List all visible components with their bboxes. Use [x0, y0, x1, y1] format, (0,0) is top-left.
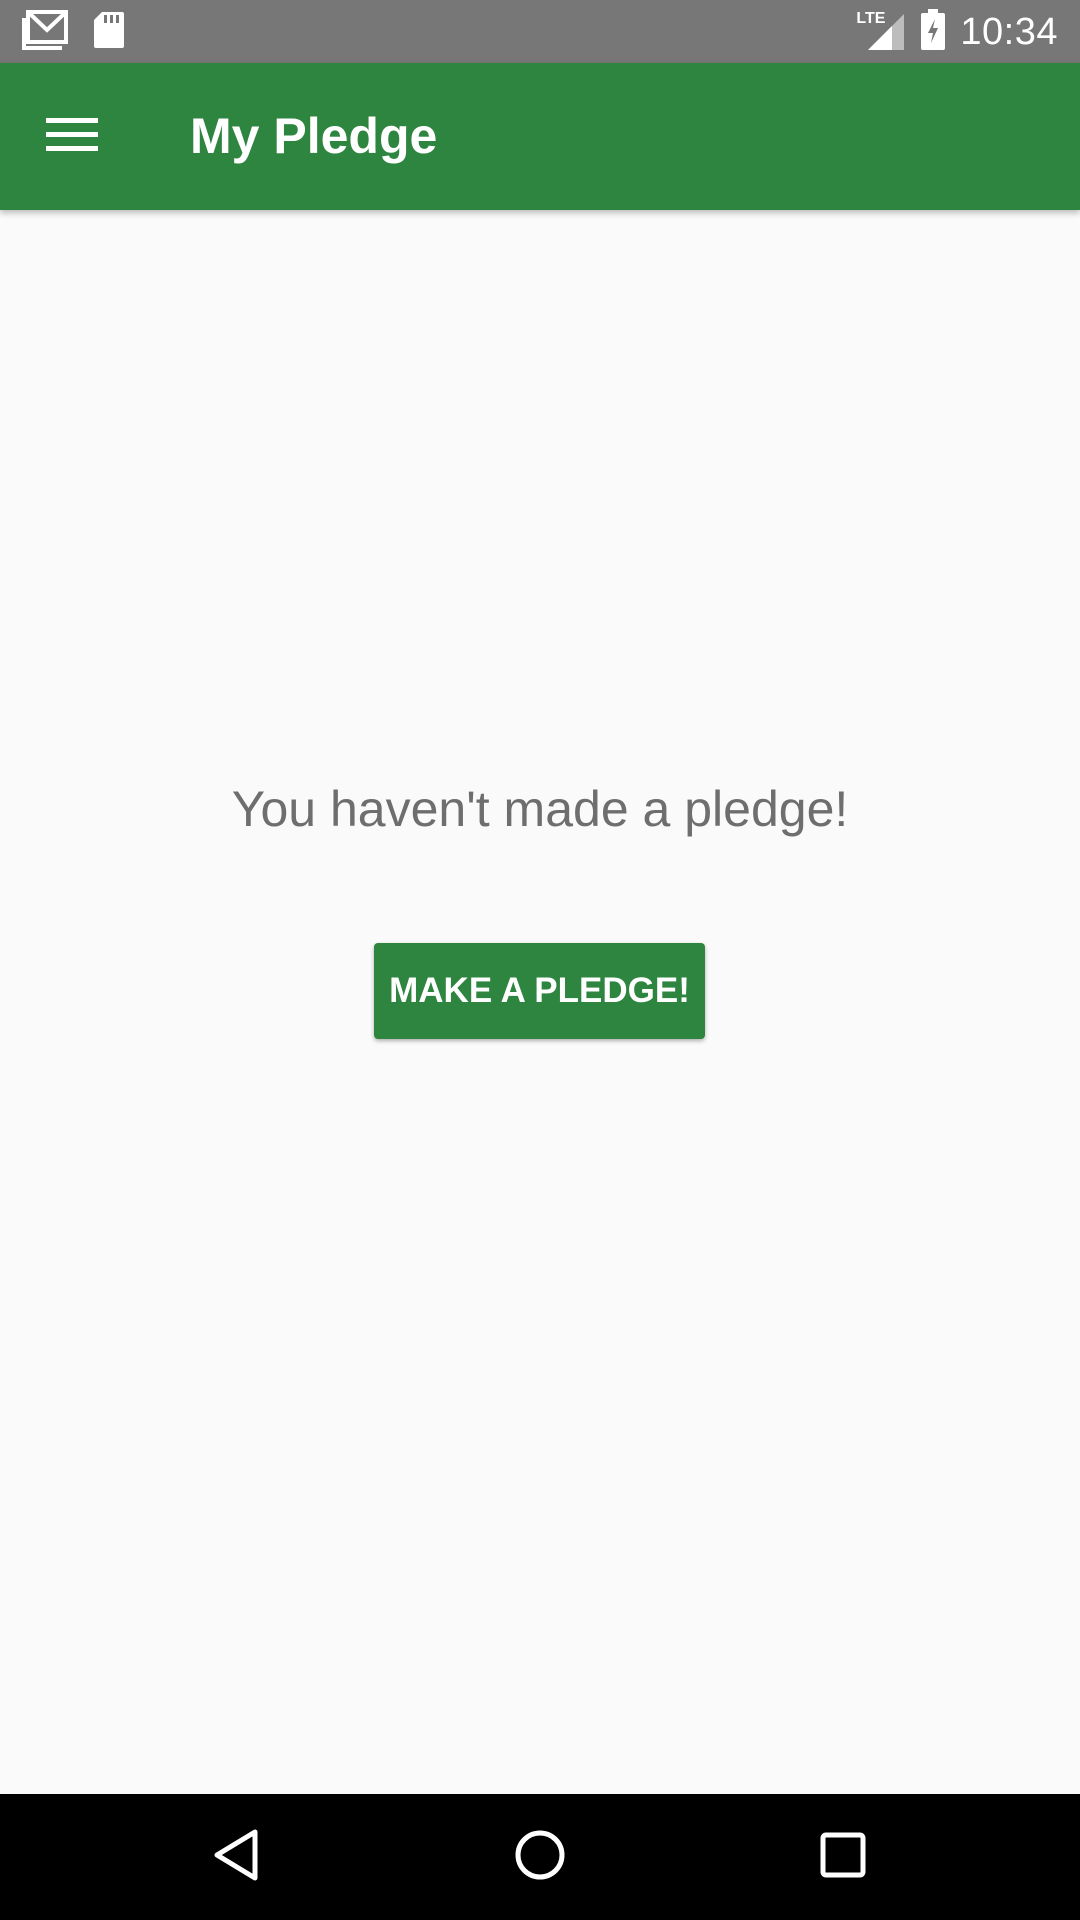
back-icon [211, 1828, 261, 1887]
recents-icon [820, 1832, 866, 1883]
app-bar: My Pledge [0, 63, 1080, 210]
home-icon [514, 1829, 566, 1886]
menu-icon [46, 115, 98, 160]
screen: LTE 10:34 My Pledge You haven't made a p… [0, 0, 1080, 1920]
page-title: My Pledge [190, 108, 438, 164]
status-notifications [22, 9, 126, 55]
home-button[interactable] [490, 1807, 590, 1907]
gmail-icon [22, 9, 70, 55]
menu-button[interactable] [24, 93, 120, 181]
main-content: You haven't made a pledge! MAKE A PLEDGE… [0, 210, 1080, 1794]
make-pledge-button[interactable]: MAKE A PLEDGE! [374, 943, 705, 1039]
navigation-bar [0, 1794, 1080, 1920]
lte-signal-icon: LTE [856, 10, 906, 52]
sd-card-icon [92, 10, 126, 55]
status-bar: LTE 10:34 [0, 0, 1080, 63]
lte-label: LTE [856, 10, 886, 27]
status-system: LTE 10:34 [856, 8, 1058, 56]
back-button[interactable] [186, 1807, 286, 1907]
battery-charging-icon [920, 8, 946, 56]
empty-state-message: You haven't made a pledge! [231, 781, 849, 837]
recents-button[interactable] [793, 1807, 893, 1907]
status-time: 10:34 [960, 10, 1058, 53]
